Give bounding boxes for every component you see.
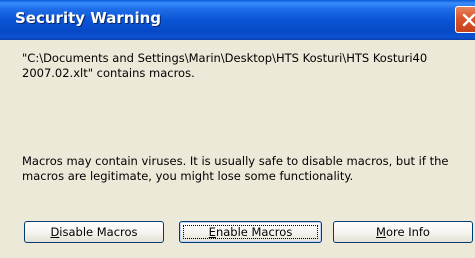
warning-line-2: macros are legitimate, you might lose so… bbox=[22, 169, 354, 183]
disable-macros-button[interactable]: Disable Macros bbox=[24, 221, 164, 243]
dialog-title: Security Warning bbox=[15, 9, 162, 27]
macro-virus-warning: Macros may contain viruses. It is usuall… bbox=[22, 154, 467, 184]
message-line-1: "C:\Documents and Settings\Marin\Desktop… bbox=[22, 51, 428, 65]
macro-file-message: "C:\Documents and Settings\Marin\Desktop… bbox=[22, 51, 462, 81]
more-info-mnemonic: M bbox=[376, 225, 386, 239]
warning-line-1: Macros may contain viruses. It is usuall… bbox=[22, 154, 449, 168]
more-info-button[interactable]: More Info bbox=[333, 221, 473, 243]
security-warning-dialog: Security Warning "C:\Documents and Setti… bbox=[0, 0, 475, 258]
disable-macros-mnemonic: D bbox=[50, 225, 60, 239]
message-line-2: 2007.02.xlt" contains macros. bbox=[22, 66, 195, 80]
disable-macros-label: isable Macros bbox=[59, 225, 138, 239]
enable-macros-button[interactable]: Enable Macros bbox=[179, 221, 322, 243]
more-info-label: ore Info bbox=[385, 225, 430, 239]
close-button[interactable] bbox=[455, 6, 475, 33]
focus-rectangle bbox=[183, 225, 318, 239]
title-bar[interactable]: Security Warning bbox=[0, 0, 475, 40]
